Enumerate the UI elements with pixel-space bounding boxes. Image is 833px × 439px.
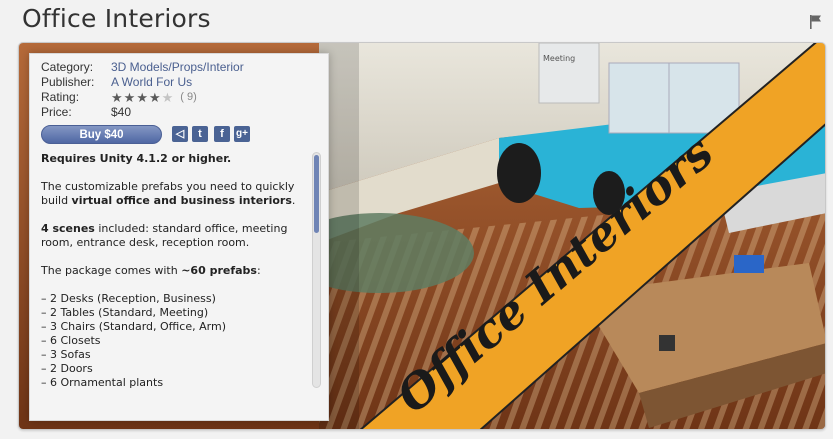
rating-count: ( 9) [180,91,197,103]
prefab-list: – 2 Desks (Reception, Business) – 2 Tabl… [41,292,311,390]
whiteboard-text: Meeting [543,54,575,63]
category-link[interactable]: 3D Models/Props/Interior [111,60,244,75]
google-plus-icon[interactable]: g+ [234,126,250,142]
scenes-paragraph: 4 scenes included: standard office, meet… [41,222,288,249]
list-item: – 2 Desks (Reception, Business) [41,292,216,305]
price-row: Price: $40 [41,105,244,120]
category-row: Category: 3D Models/Props/Interior [41,60,244,75]
category-label: Category: [41,60,94,74]
list-item: – 6 Closets [41,334,101,347]
requirement-text: Requires Unity 4.1.2 or higher. [41,152,232,165]
list-item: – 2 Doors [41,362,93,375]
list-item: – 6 Ornamental plants [41,376,164,389]
star-icon: ★ [148,90,161,105]
rating-label: Rating: [41,90,80,104]
facebook-icon[interactable]: f [214,126,230,142]
publisher-link[interactable]: A World For Us [111,75,192,90]
product-info-card: Category: 3D Models/Props/Interior Publi… [29,53,329,421]
buy-button[interactable]: Buy $40 [41,125,162,144]
unity-share-icon[interactable]: ◁ [172,126,188,142]
product-panel: Office Interiors Meeting Category: 3D Mo… [18,42,826,430]
list-item: – 3 Sofas [41,348,91,361]
scrollbar-thumb[interactable] [314,155,319,233]
star-icon: ★ [123,90,136,105]
page-title: Office Interiors [22,4,211,33]
description-scroll-area[interactable]: Requires Unity 4.1.2 or higher. The cust… [30,152,322,404]
description: Requires Unity 4.1.2 or higher. The cust… [41,152,311,390]
star-icon: ★ [136,90,148,105]
price-label: Price: [41,105,72,119]
publisher-row: Publisher: A World For Us [41,75,244,90]
list-item: – 3 Chairs (Standard, Office, Arm) [41,320,226,333]
product-meta: Category: 3D Models/Props/Interior Publi… [41,60,244,120]
price-value: $40 [111,105,132,119]
twitter-icon[interactable]: t [192,126,208,142]
star-empty-icon: ★ [161,90,174,105]
intro-paragraph: The customizable prefabs you need to qui… [41,180,296,207]
list-item: – 2 Tables (Standard, Meeting) [41,306,209,319]
star-icon: ★ [111,90,123,105]
flag-icon[interactable] [809,14,823,30]
prefabs-paragraph: The package comes with ~60 prefabs: [41,264,261,277]
rating-row: Rating: ★ ★ ★ ★ ★ ( 9) [41,90,244,105]
rating-stars[interactable]: ★ ★ ★ ★ ★ ( 9) [111,90,197,105]
publisher-label: Publisher: [41,75,95,89]
description-scrollbar[interactable] [312,152,321,388]
